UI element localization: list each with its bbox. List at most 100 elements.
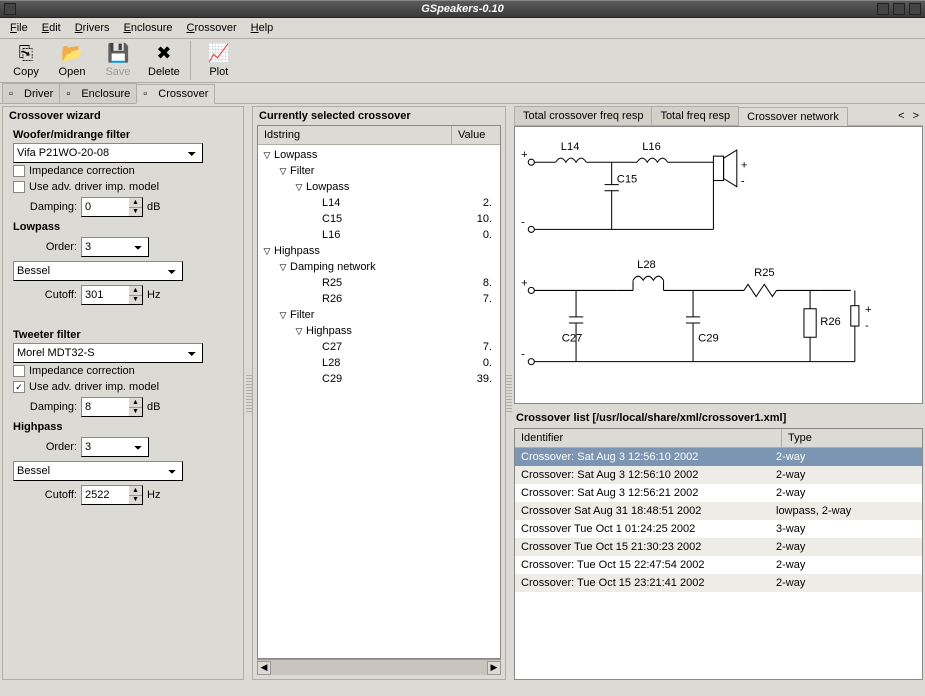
toolbar-delete-button[interactable]: ✖Delete <box>142 41 191 80</box>
tree-row[interactable]: R267. <box>258 291 500 307</box>
tab-enclosure[interactable]: ▫Enclosure <box>59 83 137 103</box>
woofer-imp-corr-checkbox[interactable] <box>13 165 25 177</box>
maximize-button[interactable] <box>893 3 905 15</box>
tree-row[interactable]: ▽Highpass <box>258 243 500 259</box>
woofer-damping-unit: dB <box>147 201 160 213</box>
tree-row[interactable]: ▽Lowpass <box>258 147 500 163</box>
tree-row[interactable]: R258. <box>258 275 500 291</box>
minimize-button[interactable] <box>877 3 889 15</box>
tweeter-order-select[interactable]: 3 <box>81 437 149 457</box>
tree-col-val[interactable]: Value <box>452 126 500 144</box>
toolbar-save-button: 💾Save <box>96 41 140 80</box>
scroll-right-icon[interactable]: ▶ <box>487 661 501 675</box>
xolist-row[interactable]: Crossover: Sat Aug 3 12:56:10 20022-way <box>515 448 922 466</box>
rtab-crossover-network[interactable]: Crossover network <box>738 107 848 126</box>
tree-toggle-icon[interactable]: ▽ <box>278 166 288 177</box>
tree-row[interactable]: C277. <box>258 339 500 355</box>
tree-row[interactable]: C1510. <box>258 211 500 227</box>
tree-row[interactable]: L142. <box>258 195 500 211</box>
tree-row[interactable]: L160. <box>258 227 500 243</box>
woofer-order-select[interactable]: 3 <box>81 237 149 257</box>
tree-toggle-icon[interactable]: ▽ <box>262 150 272 161</box>
spinner-up-icon[interactable]: ▲ <box>129 286 142 296</box>
tweeter-cutoff-spinner[interactable]: ▲▼ <box>81 485 143 505</box>
woofer-damping-spinner[interactable]: ▲▼ <box>81 197 143 217</box>
tree-item-label: Filter <box>290 165 314 177</box>
woofer-adv-model-checkbox[interactable] <box>13 181 25 193</box>
svg-text:+: + <box>865 304 872 316</box>
xolist-row[interactable]: Crossover: Sat Aug 3 12:56:10 20022-way <box>515 466 922 484</box>
tree-toggle-icon[interactable]: ▽ <box>278 262 288 273</box>
tree-row[interactable]: ▽Highpass <box>258 323 500 339</box>
tab-driver[interactable]: ▫Driver <box>2 83 60 103</box>
woofer-type-select[interactable]: Bessel <box>13 261 183 281</box>
rtab-total-freq-resp[interactable]: Total freq resp <box>651 106 739 125</box>
spinner-down-icon[interactable]: ▼ <box>129 208 142 217</box>
tree-row[interactable]: ▽Lowpass <box>258 179 500 195</box>
xolist-id: Crossover: Tue Oct 15 23:21:41 2002 <box>521 577 776 589</box>
tweeter-type-select[interactable]: Bessel <box>13 461 183 481</box>
xolist-col-type[interactable]: Type <box>782 429 922 447</box>
spinner-down-icon[interactable]: ▼ <box>129 496 142 505</box>
tree-toggle-icon[interactable]: ▽ <box>294 182 304 193</box>
tree-item-value: 0. <box>448 229 496 241</box>
tree-header: Idstring Value <box>258 126 500 145</box>
toolbar-plot-button[interactable]: 📈Plot <box>197 41 241 80</box>
tweeter-cutoff-unit: Hz <box>147 489 160 501</box>
xolist-row[interactable]: Crossover: Tue Oct 15 22:47:54 20022-way <box>515 556 922 574</box>
crossover-list[interactable]: Identifier Type Crossover: Sat Aug 3 12:… <box>514 428 923 680</box>
toolbar-open-button[interactable]: 📂Open <box>50 41 94 80</box>
menu-enclosure[interactable]: Enclosure <box>118 20 179 36</box>
tweeter-damping-label: Damping: <box>25 401 77 413</box>
tweeter-damping-spinner[interactable]: ▲▼ <box>81 397 143 417</box>
close-button[interactable] <box>909 3 921 15</box>
open-icon: 📂 <box>61 43 83 65</box>
spinner-up-icon[interactable]: ▲ <box>129 198 142 208</box>
tree-row[interactable]: ▽Filter <box>258 307 500 323</box>
tree-toggle-icon[interactable]: ▽ <box>294 326 304 337</box>
xolist-row[interactable]: Crossover: Sat Aug 3 12:56:21 20022-way <box>515 484 922 502</box>
tab-scroll-right-icon[interactable]: > <box>909 108 923 124</box>
xolist-col-id[interactable]: Identifier <box>515 429 782 447</box>
schematic-svg: + L14 L16 C15 <box>515 127 922 403</box>
menu-edit[interactable]: Edit <box>36 20 67 36</box>
spinner-up-icon[interactable]: ▲ <box>129 398 142 408</box>
tree-col-id[interactable]: Idstring <box>258 126 452 144</box>
rtab-total-crossover-freq-resp[interactable]: Total crossover freq resp <box>514 106 652 125</box>
tweeter-imp-corr-checkbox[interactable] <box>13 365 25 377</box>
xolist-row[interactable]: Crossover: Tue Oct 15 23:21:41 20022-way <box>515 574 922 592</box>
xolist-type: 2-way <box>776 451 916 463</box>
tree-row[interactable]: ▽Damping network <box>258 259 500 275</box>
xolist-row[interactable]: Crossover Tue Oct 15 21:30:23 20022-way <box>515 538 922 556</box>
tree-item-value: 7. <box>448 341 496 353</box>
menu-crossover[interactable]: Crossover <box>180 20 242 36</box>
menu-drivers[interactable]: Drivers <box>69 20 116 36</box>
tree-row[interactable]: ▽Filter <box>258 163 500 179</box>
spinner-down-icon[interactable]: ▼ <box>129 296 142 305</box>
toolbar-copy-button[interactable]: ⎘Copy <box>4 41 48 80</box>
menu-file[interactable]: File <box>4 20 34 36</box>
tweeter-imp-corr-label: Impedance correction <box>29 365 135 377</box>
menu-help[interactable]: Help <box>245 20 280 36</box>
window-menu-button[interactable] <box>4 3 16 15</box>
selected-title: Currently selected crossover <box>253 107 505 125</box>
xolist-row[interactable]: Crossover Tue Oct 1 01:24:25 20023-way <box>515 520 922 538</box>
tree-row[interactable]: C2939. <box>258 371 500 387</box>
tweeter-driver-select[interactable]: Morel MDT32-S <box>13 343 203 363</box>
woofer-driver-select[interactable]: Vifa P21WO-20-08 <box>13 143 203 163</box>
xolist-row[interactable]: Crossover Sat Aug 31 18:48:51 2002lowpas… <box>515 502 922 520</box>
tree-row[interactable]: L280. <box>258 355 500 371</box>
spinner-down-icon[interactable]: ▼ <box>129 408 142 417</box>
woofer-cutoff-spinner[interactable]: ▲▼ <box>81 285 143 305</box>
tab-crossover[interactable]: ▫Crossover <box>136 84 215 104</box>
splitter[interactable] <box>506 373 512 413</box>
scroll-left-icon[interactable]: ◀ <box>257 661 271 675</box>
tree-toggle-icon[interactable]: ▽ <box>278 310 288 321</box>
tweeter-adv-model-checkbox[interactable]: ✓ <box>13 381 25 393</box>
tree-toggle-icon[interactable]: ▽ <box>262 246 272 257</box>
tree-hscrollbar[interactable]: ◀ ▶ <box>257 659 501 675</box>
svg-text:+: + <box>741 159 748 171</box>
spinner-up-icon[interactable]: ▲ <box>129 486 142 496</box>
crossover-tree[interactable]: Idstring Value ▽Lowpass▽Filter▽LowpassL1… <box>257 125 501 659</box>
tab-scroll-left-icon[interactable]: < <box>894 108 908 124</box>
